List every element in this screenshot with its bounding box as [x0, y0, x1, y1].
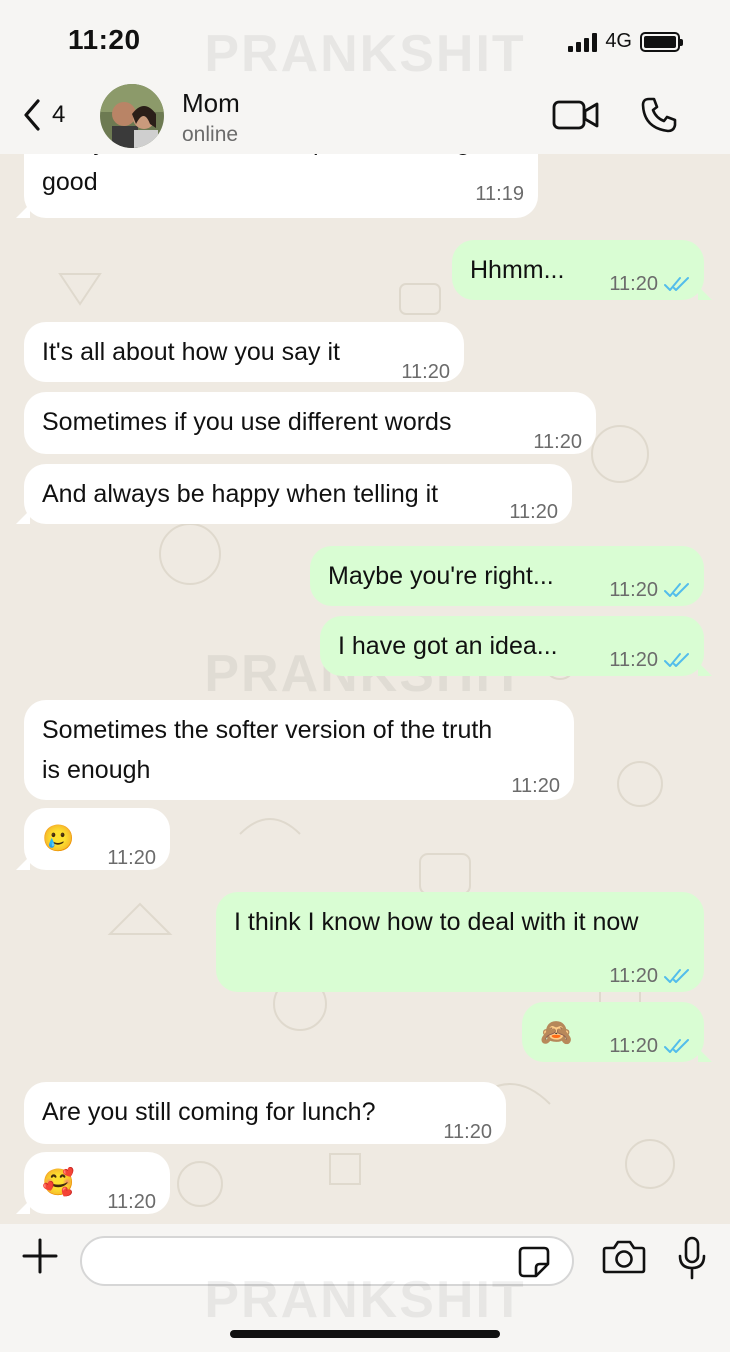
status-time: 11:20 [68, 24, 141, 55]
chat-header: 4 Mom online [0, 80, 730, 154]
message-text: And you leave the other person feeling [42, 154, 470, 162]
bubble-tail [16, 204, 30, 218]
message-time: 11:20 [609, 965, 658, 987]
back-button[interactable]: 4 [22, 98, 65, 132]
back-chevron-icon [24, 99, 40, 131]
bubble-tail [16, 1200, 30, 1214]
message-text: Hhmm... [470, 256, 565, 284]
message-emoji: 🥰 [42, 1167, 75, 1197]
chat-area[interactable]: PRANKSHIT And you leave the other person… [0, 154, 730, 1224]
message-incoming[interactable]: Sometimes if you use different words 11:… [24, 392, 596, 454]
message-time: 11:20 [401, 361, 450, 383]
video-call-icon[interactable] [552, 98, 600, 132]
message-composer: PRANKSHIT [0, 1224, 730, 1352]
bubble-tail [16, 856, 30, 870]
phone-icon[interactable] [640, 96, 678, 134]
message-meta: 11:20 [609, 956, 690, 996]
message-time: 11:20 [609, 273, 658, 295]
message-time: 11:20 [107, 847, 156, 869]
home-indicator[interactable] [230, 1330, 500, 1338]
message-input[interactable] [80, 1236, 574, 1286]
contact-info[interactable]: Mom online [182, 88, 240, 147]
message-time: 11:20 [509, 501, 558, 523]
message-time: 11:20 [107, 1191, 156, 1213]
avatar[interactable] [100, 84, 164, 148]
message-outgoing[interactable]: Hhmm... 11:20 [452, 240, 712, 300]
plus-icon[interactable] [22, 1238, 58, 1274]
double-check-icon [664, 1039, 689, 1053]
network-label: 4G [605, 30, 632, 52]
message-meta: 11:20 [609, 264, 690, 304]
message-outgoing[interactable]: I have got an idea... 11:20 [320, 616, 712, 676]
status-bar: 11:20 4G [0, 0, 730, 80]
message-outgoing[interactable]: Maybe you're right... 11:20 [310, 546, 704, 606]
message-time: 11:20 [511, 775, 560, 797]
battery-icon [640, 31, 683, 52]
message-text: good [42, 168, 98, 196]
message-outgoing[interactable]: 🙈 11:20 [522, 1002, 712, 1062]
bubble-tail [698, 286, 712, 300]
message-time: 11:20 [609, 649, 658, 671]
message-incoming[interactable]: 🥲 11:20 [16, 808, 170, 870]
bubble-tail [16, 510, 30, 524]
message-text: is enough [42, 756, 151, 784]
message-time: 11:20 [609, 1035, 658, 1057]
bubble-tail [698, 662, 712, 676]
bubble-tail [698, 1048, 712, 1062]
message-text: Are you still coming for lunch? [42, 1098, 376, 1126]
message-text: Sometimes if you use different words [42, 408, 452, 436]
double-check-icon [664, 653, 689, 667]
message-text: I have got an idea... [338, 632, 558, 660]
double-check-icon [664, 583, 689, 597]
message-emoji: 🙈 [540, 1017, 573, 1047]
message-incoming[interactable]: Sometimes the softer version of the trut… [24, 700, 574, 800]
message-incoming[interactable]: 🥰 11:20 [16, 1152, 170, 1214]
message-meta: 11:20 [609, 1026, 690, 1066]
microphone-icon[interactable] [676, 1236, 708, 1280]
message-incoming[interactable]: And you leave the other person feeling g… [16, 154, 538, 218]
message-incoming[interactable]: Are you still coming for lunch? 11:20 [24, 1082, 506, 1144]
message-emoji: 🥲 [42, 823, 75, 853]
signal-icon [568, 32, 598, 52]
contact-status: online [182, 123, 239, 146]
unread-count: 4 [52, 101, 66, 128]
message-text: I think I know how to deal with it now [234, 908, 639, 936]
message-text: It's all about how you say it [42, 338, 340, 366]
contact-name: Mom [182, 88, 240, 118]
message-time: 11:20 [443, 1121, 492, 1143]
sticker-icon[interactable] [518, 1246, 550, 1278]
message-text: And always be happy when telling it [42, 480, 439, 508]
message-meta: 11:20 [609, 570, 690, 610]
message-time: 11:20 [609, 579, 658, 601]
message-meta: 11:20 [609, 640, 690, 680]
double-check-icon [664, 277, 689, 291]
message-outgoing[interactable]: I think I know how to deal with it now 1… [216, 892, 704, 992]
status-right: 4G [568, 30, 683, 53]
camera-icon[interactable] [602, 1238, 646, 1276]
message-incoming[interactable]: It's all about how you say it 11:20 [24, 322, 464, 383]
double-check-icon [664, 969, 689, 983]
message-text: Sometimes the softer version of the trut… [42, 716, 493, 744]
message-time: 11:19 [475, 183, 524, 205]
message-text: Maybe you're right... [328, 562, 554, 590]
message-incoming[interactable]: And always be happy when telling it 11:2… [16, 464, 572, 524]
message-time: 11:20 [533, 431, 582, 453]
